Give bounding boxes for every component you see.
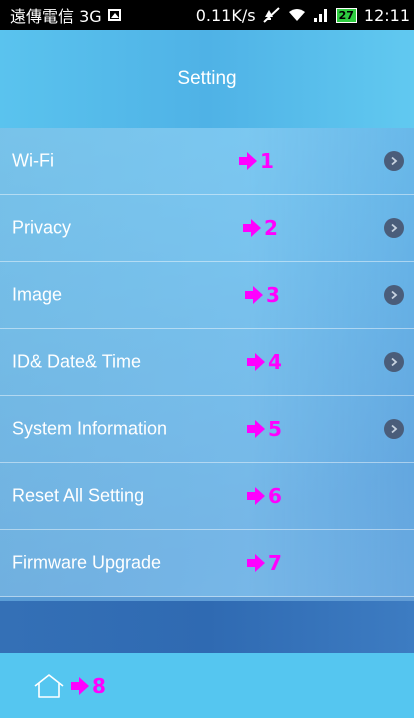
status-left: 遠傳電信 3G xyxy=(10,3,121,27)
marker-number: 5 xyxy=(268,417,282,441)
chevron-right-icon[interactable] xyxy=(384,352,404,372)
wifi-icon xyxy=(288,9,305,21)
menu-item-5[interactable]: System Information 5 xyxy=(0,396,414,463)
menu-item-2[interactable]: Privacy 2 xyxy=(0,195,414,262)
status-right: 0.11K/s 27 12:11 xyxy=(196,6,410,25)
marker-7: 7 xyxy=(246,551,282,575)
arrow-right-icon xyxy=(243,219,261,237)
arrow-right-icon xyxy=(247,353,265,371)
header: Setting xyxy=(0,30,414,128)
marker-5: 5 xyxy=(246,417,282,441)
carrier-label: 遠傳電信 3G xyxy=(10,7,102,26)
marker-8: 8 xyxy=(70,674,106,698)
menu-item-7[interactable]: Firmware Upgrade 7 xyxy=(0,530,414,597)
arrow-right-icon xyxy=(247,554,265,572)
marker-number: 1 xyxy=(260,149,274,173)
menu-item-6[interactable]: Reset All Setting 6 xyxy=(0,463,414,530)
chevron-right-icon[interactable] xyxy=(384,285,404,305)
menu-item-label: System Information xyxy=(12,418,168,439)
clock: 12:11 xyxy=(363,5,410,25)
status-bar: 遠傳電信 3G 0.11K/s 27 12:11 xyxy=(0,0,414,30)
marker-number: 4 xyxy=(268,350,282,374)
settings-screen: Setting Wi-Fi 1 Privacy 2 Image 3 ID& Date& Ti… xyxy=(0,30,414,718)
chevron-right-icon[interactable] xyxy=(384,419,404,439)
marker-6: 6 xyxy=(246,484,282,508)
marker-3: 3 xyxy=(244,283,280,307)
signal-icon xyxy=(313,9,327,22)
battery-icon: 27 xyxy=(335,7,357,23)
marker-number: 2 xyxy=(264,216,278,240)
settings-list: Wi-Fi 1 Privacy 2 Image 3 ID& Date& Time 4 Syste… xyxy=(0,128,414,597)
home-group: 8 xyxy=(32,673,106,699)
arrow-right-icon xyxy=(71,676,89,695)
menu-item-label: Reset All Setting xyxy=(12,485,145,506)
arrow-right-icon xyxy=(247,487,265,505)
image-icon xyxy=(107,9,121,21)
menu-item-label: Privacy xyxy=(12,217,72,238)
menu-item-1[interactable]: Wi-Fi 1 xyxy=(0,128,414,195)
bottom-bar: 8 xyxy=(0,653,414,718)
marker-4: 4 xyxy=(246,350,282,374)
menu-item-label: ID& Date& Time xyxy=(12,351,142,372)
menu-item-label: Firmware Upgrade xyxy=(12,552,162,573)
menu-item-3[interactable]: Image 3 xyxy=(0,262,414,329)
home-icon[interactable] xyxy=(32,673,66,699)
marker-number: 8 xyxy=(92,673,106,698)
arrow-right-icon xyxy=(239,152,257,170)
mute-icon xyxy=(262,7,280,23)
marker-1: 1 xyxy=(238,149,274,173)
marker-number: 7 xyxy=(268,551,282,575)
network-speed: 0.11K/s xyxy=(195,5,256,25)
marker-number: 3 xyxy=(266,283,280,307)
menu-item-label: Wi-Fi xyxy=(12,150,54,171)
menu-item-label: Image xyxy=(12,284,63,305)
menu-item-4[interactable]: ID& Date& Time 4 xyxy=(0,329,414,396)
chevron-right-icon[interactable] xyxy=(384,151,404,171)
arrow-right-icon xyxy=(245,286,263,304)
arrow-right-icon xyxy=(247,420,265,438)
marker-2: 2 xyxy=(242,216,278,240)
chevron-right-icon[interactable] xyxy=(384,218,404,238)
footer-band xyxy=(0,601,414,653)
marker-number: 6 xyxy=(268,484,282,508)
page-title: Setting xyxy=(177,68,237,89)
